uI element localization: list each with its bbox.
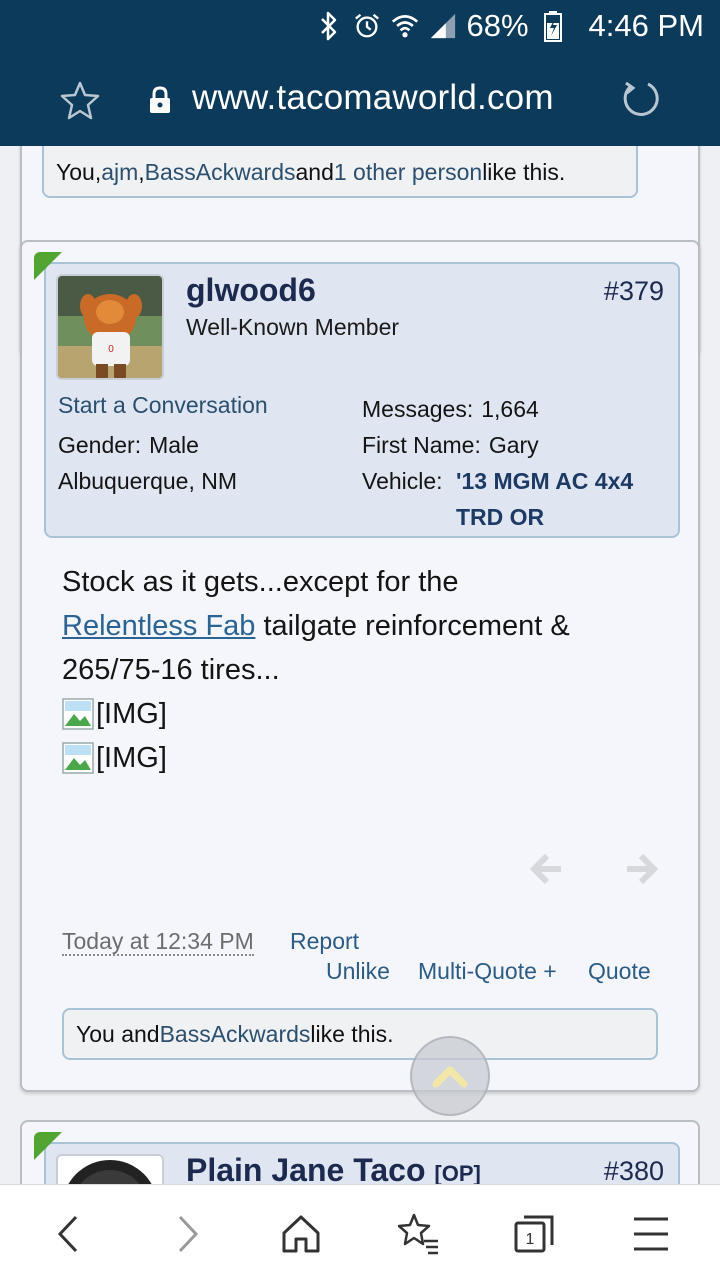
post-number-link[interactable]: #379 [604, 276, 664, 307]
post-likes: You and BassAckwards like this. [62, 1008, 658, 1060]
bluetooth-icon [315, 6, 343, 46]
status-bar: 68% 4:46 PM [0, 0, 720, 52]
messages-value: 1,664 [481, 396, 539, 422]
body-text-line: Stock as it gets...except for the [62, 566, 459, 598]
post-date[interactable]: Today at 12:34 PM [62, 928, 254, 956]
image-alt-text: [IMG] [96, 742, 167, 774]
body-text-line: Relentless Fab tailgate reinforcement & [62, 604, 672, 648]
username-link[interactable]: glwood6 [186, 272, 316, 309]
browser-toolbar: www.tacomaworld.com [0, 52, 720, 146]
vehicle-label: Vehicle: [362, 468, 443, 494]
other-likers-link[interactable]: 1 other person [334, 159, 482, 186]
start-conversation-link[interactable]: Start a Conversation [58, 392, 268, 419]
report-link[interactable]: Report [290, 928, 359, 955]
svg-text:0: 0 [108, 344, 114, 355]
thread-content: You, ajm , BassAckwards and 1 other pers… [0, 146, 720, 1184]
clock: 4:46 PM [588, 8, 704, 43]
tabs-icon[interactable]: 1 [512, 1211, 558, 1257]
unlike-link[interactable]: Unlike [326, 958, 390, 985]
battery-percent: 68% [466, 8, 529, 43]
previous-post-likes: You, ajm , BassAckwards and 1 other pers… [42, 146, 638, 198]
username-link[interactable]: Plain Jane Taco [OP] [186, 1152, 481, 1184]
messages-label: Messages: [362, 396, 474, 422]
post-body: Stock as it gets...except for the Relent… [62, 560, 672, 780]
alarm-icon [353, 6, 381, 46]
battery-icon [539, 6, 567, 46]
reload-icon[interactable] [620, 78, 662, 120]
post-number-link[interactable]: #380 [604, 1156, 664, 1184]
multi-quote-link[interactable]: Multi-Quote + [418, 958, 557, 985]
first-name-value: Gary [488, 432, 539, 458]
forward-icon[interactable] [164, 1211, 210, 1257]
avatar[interactable]: 0 [56, 274, 164, 380]
next-post: Plain Jane Taco [OP] #380 [20, 1120, 700, 1184]
location: Albuquerque, NM [58, 468, 237, 494]
likes-suffix: like this. [482, 159, 566, 185]
liker-link[interactable]: ajm [101, 159, 138, 186]
avatar[interactable] [56, 1154, 164, 1184]
scroll-to-top-button[interactable] [410, 1036, 490, 1116]
signal-icon [429, 6, 457, 46]
liker-link[interactable]: BassAckwards [145, 159, 296, 186]
bookmarks-icon[interactable] [396, 1211, 442, 1257]
op-tag: [OP] [434, 1161, 481, 1184]
post: 0 glwood6 Well-Known Member #379 Start a… [20, 240, 700, 1092]
wifi-icon [391, 6, 419, 46]
likes-text: You and [76, 1020, 160, 1047]
first-name-label: First Name: [362, 432, 481, 458]
vehicle-value[interactable]: '13 MGM AC 4x4 [456, 468, 633, 495]
back-icon[interactable] [48, 1211, 94, 1257]
vehicle-value-line2[interactable]: TRD OR [456, 504, 544, 531]
next-username-text[interactable]: Plain Jane Taco [186, 1152, 426, 1184]
liker-link[interactable]: BassAckwards [160, 1021, 311, 1048]
image-placeholder[interactable]: [IMG] [62, 692, 672, 736]
lock-icon [148, 86, 172, 114]
broken-image-icon [62, 698, 94, 730]
likes-text: You, [56, 159, 102, 185]
next-post-author-box: Plain Jane Taco [OP] #380 [34, 1132, 680, 1184]
relentless-fab-link[interactable]: Relentless Fab [62, 610, 255, 642]
image-placeholder[interactable]: [IMG] [62, 736, 672, 780]
browser-bottom-nav: 1 [0, 1184, 720, 1280]
gender-label: Gender: [58, 432, 142, 458]
body-text: tailgate reinforcement & [255, 610, 570, 642]
home-icon[interactable] [278, 1211, 324, 1257]
image-alt-text: [IMG] [96, 698, 167, 730]
post-nav-arrows [529, 846, 660, 896]
bookmark-star-icon[interactable] [60, 80, 100, 120]
body-text-line: 265/75-16 tires... [62, 654, 280, 686]
messages-row: Messages: 1,664 [362, 396, 539, 423]
gender-value: Male [149, 432, 199, 458]
likes-suffix: like this. [310, 1020, 394, 1047]
quote-link[interactable]: Quote [588, 958, 651, 985]
gender-row: Gender: Male [58, 432, 199, 459]
user-title: Well-Known Member [186, 314, 400, 340]
broken-image-icon [62, 742, 94, 774]
post-author-box: 0 glwood6 Well-Known Member #379 Start a… [34, 252, 680, 538]
svg-text:1: 1 [526, 1231, 535, 1248]
arrow-left-icon[interactable] [529, 852, 564, 891]
arrow-right-icon[interactable] [624, 852, 659, 891]
first-name-row: First Name: Gary [362, 432, 539, 459]
url-field[interactable]: www.tacomaworld.com [192, 78, 554, 118]
likes-and: and [295, 159, 334, 185]
menu-icon[interactable] [630, 1211, 676, 1257]
